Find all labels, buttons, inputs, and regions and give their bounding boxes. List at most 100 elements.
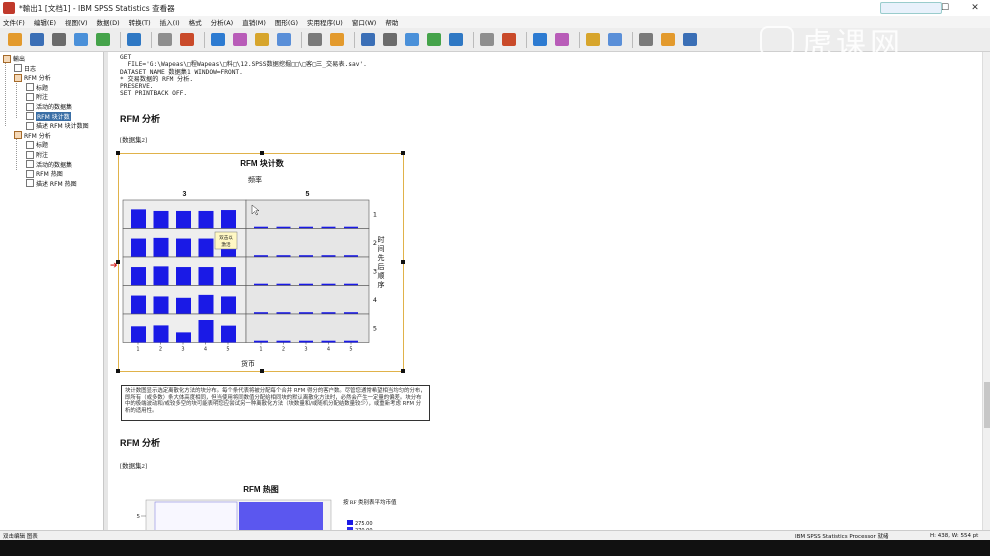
outline-item-label: 附注 [36,94,49,102]
resize-handle-bl[interactable] [116,369,120,373]
menu-item-9[interactable]: 图形(G) [275,17,298,27]
outline-item[interactable]: 标题 [26,83,48,92]
outline-item[interactable]: 描述 RFM 块计数图 [26,121,89,130]
outline-item[interactable]: 标题 [26,140,48,149]
close-button[interactable]: ✕ [960,0,990,16]
rfm-chart-svg: RFM 块计数 频率 货币 时间先后顺序 3 5 1 2 3 4 5 1 2 3 4 5 1 2 3 4 5 双击… [122,158,385,368]
open-icon[interactable] [6,32,24,48]
vertical-scrollbar[interactable] [982,52,990,530]
insert-heading-icon[interactable] [359,32,377,48]
outline-item[interactable]: 附注 [26,150,48,159]
outline-item[interactable]: 描述 RFM 热图 [26,179,77,188]
resize-handle-bm[interactable] [260,369,264,373]
x-tick-label: 2 [282,347,285,353]
expand-icon[interactable] [531,32,549,48]
outline-item[interactable]: RFM 块计数 [26,111,71,121]
menu-item-7[interactable]: 分析(A) [211,17,234,27]
title-bar: *輸出1 [文档1] - IBM SPSS Statistics 查看器 — ☐… [0,0,990,16]
menu-item-11[interactable]: 窗口(W) [352,17,377,27]
menu-item-1[interactable]: 编辑(E) [34,17,56,27]
menu-item-10[interactable]: 实用程序(U) [307,17,343,27]
rfm-heatmap-chart[interactable]: RFM 热图 5 按 RF 类别表平均币值 275.00 270.00 [128,482,408,530]
resize-handle-tr[interactable] [401,151,405,155]
previous-icon[interactable] [478,32,496,48]
chart-icon [26,112,34,121]
menu-item-4[interactable]: 转换(T) [129,17,151,27]
resize-handle-tm[interactable] [260,151,264,155]
print-preview-icon[interactable] [72,32,90,48]
goto-data-icon[interactable] [209,32,227,48]
outline-item[interactable]: 附注 [26,92,48,101]
resize-handle-mr[interactable] [401,260,405,264]
next-icon[interactable] [500,32,518,48]
insert-title-icon[interactable] [381,32,399,48]
designate-window-icon[interactable] [637,32,655,48]
toolbar-separator [204,31,205,48]
replace-icon[interactable] [328,32,346,48]
menu-item-2[interactable]: 视图(V) [65,17,88,27]
outline-item[interactable]: 日志 [14,64,36,73]
menu-item-12[interactable]: 帮助 [385,17,398,27]
heatmap-legend-value-1: 275.00 [355,521,373,527]
hide-icon[interactable] [606,32,624,48]
column-header: 5 [306,191,310,198]
outline-item[interactable]: 輸出 [3,54,25,63]
redo-icon[interactable] [178,32,196,48]
bar [221,267,236,286]
recall-dialog-icon[interactable] [125,32,143,48]
menu-item-0[interactable]: 文件(F) [3,17,25,27]
show-icon[interactable] [584,32,602,48]
right-label-char: 序 [378,280,385,289]
bar [153,237,169,257]
outline-item[interactable]: RFM 热图 [26,169,63,178]
goto-variable-icon[interactable] [253,32,271,48]
menu-item-6[interactable]: 格式 [189,17,202,27]
dataset-label-2: [数据集2] [120,463,148,470]
outline-item[interactable]: RFM 分析 [14,73,51,82]
new-window-icon[interactable] [659,32,677,48]
insert-object-icon[interactable] [447,32,465,48]
resize-handle-ml[interactable] [116,260,120,264]
document-icon [26,150,34,159]
section-heading-rfm: RFM 分析 [120,114,160,124]
split-window-icon[interactable] [681,32,699,48]
menu-item-8[interactable]: 直销(M) [242,17,266,27]
collapse-icon[interactable] [553,32,571,48]
row-label: 1 [373,210,377,218]
insert-text-icon[interactable] [403,32,421,48]
chart-top-label: 频率 [248,175,262,184]
chart-panel [245,228,370,258]
toolbar-separator [632,31,633,48]
outline-item[interactable]: RFM 分析 [14,131,51,140]
document-icon [26,121,34,130]
bar [153,296,169,314]
goto-case-icon[interactable] [231,32,249,48]
bar [221,296,236,314]
heatmap-cell-light [154,501,238,530]
find-icon[interactable] [306,32,324,48]
bar [276,340,291,343]
bar [198,294,214,314]
menu-item-3[interactable]: 数据(D) [97,17,120,27]
print-icon[interactable] [50,32,68,48]
toolbar-separator [473,31,474,48]
scroll-thumb[interactable] [984,382,990,428]
document-icon [26,83,34,92]
save-icon[interactable] [28,32,46,48]
menu-item-5[interactable]: 插入(I) [160,17,180,27]
export-icon[interactable] [94,32,112,48]
document-icon [14,64,22,73]
outline-pane: 輸出 日志 RFM 分析 标题 附注 活动的数据集 RFM 块计数 描述 RFM 块计数图 RF… [0,52,104,530]
outline-item[interactable]: 活动的数据集 [26,102,72,111]
resize-handle-tl[interactable] [116,151,120,155]
outline-item[interactable]: 活动的数据集 [26,160,72,169]
undo-icon[interactable] [156,32,174,48]
tray-widget[interactable] [880,2,942,14]
insert-image-icon[interactable] [425,32,443,48]
resize-handle-br[interactable] [401,369,405,373]
variables-icon[interactable] [275,32,293,48]
outline-item-label: RFM 分析 [24,132,51,140]
bar [153,266,169,286]
outline-item-label: 描述 RFM 块计数图 [36,123,89,131]
rfm-bin-count-chart[interactable]: RFM 块计数 频率 货币 时间先后顺序 3 5 1 2 3 4 5 1 2 3 4 5 1 2 3 4 5 双击… [116,151,405,373]
